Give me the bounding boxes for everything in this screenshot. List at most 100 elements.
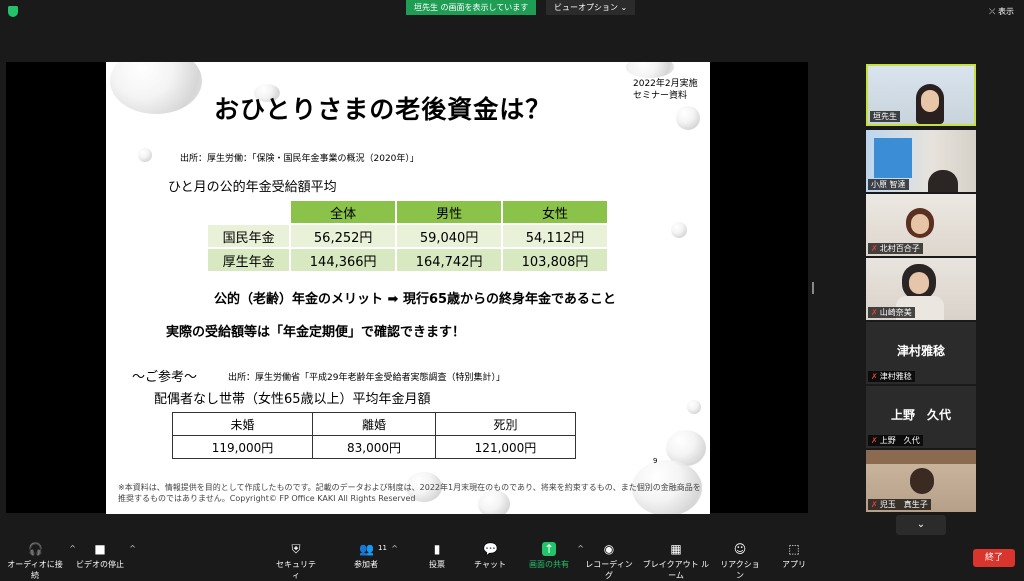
participants-count: 11: [378, 544, 387, 552]
participant-display-name: 上野 久代: [890, 408, 951, 422]
audio-button[interactable]: 🎧 オーディオに接続 ^: [6, 542, 76, 581]
record-button[interactable]: ◉ レコーディング: [584, 542, 634, 581]
table-cell: 103,808円: [501, 247, 609, 273]
table-cell: 54,112円: [501, 223, 609, 249]
table-header: [205, 199, 292, 225]
polls-button[interactable]: ▮ 投票: [422, 542, 452, 570]
chat-bubble-icon: 💬: [483, 542, 498, 556]
participant-name: ✗ 北村百合子: [868, 243, 923, 254]
exit-fullscreen-button[interactable]: ⤫ 表示: [989, 6, 1014, 17]
breakout-label: ブレイクアウト ルーム: [642, 560, 710, 580]
confirm-message: 実際の受給額等は「年金定期便」で確認できます！: [166, 325, 466, 340]
participants-button[interactable]: 👥 参加者 11 ^: [346, 542, 398, 570]
view-options-button[interactable]: ビューオプション ⌄: [546, 0, 636, 15]
table-cell: 国民年金: [205, 223, 292, 249]
participant-tile[interactable]: ✗ 北村百合子: [866, 194, 976, 256]
record-label: レコーディング: [585, 560, 633, 580]
participant-name: ✗ 山崎奈美: [868, 307, 915, 318]
mic-muted-icon: ✗: [871, 372, 878, 381]
caret-up-icon[interactable]: ^: [577, 544, 584, 553]
mic-muted-icon: ✗: [871, 308, 878, 317]
caret-up-icon[interactable]: ^: [391, 544, 398, 553]
participant-name: ✗ 津村雅稔: [868, 371, 915, 382]
table-row: 119,000円 83,000円 121,000円: [171, 435, 577, 459]
reference-heading: ～ご参考～: [132, 370, 198, 385]
table-header: 死別: [434, 412, 577, 436]
share-arrow-icon: ↑: [542, 542, 556, 556]
caret-up-icon[interactable]: ^: [129, 544, 136, 553]
mic-muted-icon: ✗: [871, 244, 878, 253]
participant-display-name: 津村雅稔: [896, 344, 945, 358]
participant-tile[interactable]: ✗ 山崎奈美: [866, 258, 976, 320]
audio-label: オーディオに接続: [7, 560, 63, 580]
table-cell: 164,742円: [395, 247, 504, 273]
chat-label: チャット: [474, 560, 506, 569]
table-header: 未婚: [171, 412, 314, 436]
security-button[interactable]: ⛨ セキュリティ: [276, 542, 316, 581]
shield-icon: ⛨: [291, 542, 301, 556]
table-cell: 119,000円: [171, 435, 314, 459]
meeting-toolbar: 🎧 オーディオに接続 ^ ■ ビデオの停止 ^ ⛨ セキュリティ 👥 参加者 1…: [0, 538, 1024, 580]
pension-merit-message: 公的（老齢）年金のメリット ➡ 現行65歳からの終身年金であること: [214, 292, 616, 307]
participant-tile[interactable]: ✗ 児玉 真生子: [866, 450, 976, 512]
table-cell: 56,252円: [289, 223, 398, 249]
participants-label: 参加者: [354, 560, 378, 569]
source-note-1: 出所：厚生労働：「保険・国民年金事業の概況（2020年）」: [180, 154, 419, 164]
participant-name: 小原 智達: [868, 179, 909, 190]
seminar-date: 2022年2月実施: [633, 79, 698, 89]
share-label: 画面の共有: [529, 560, 569, 569]
panel-splitter-handle[interactable]: [812, 282, 814, 294]
chevron-down-icon: ⌄: [916, 519, 926, 530]
source-note-2: 出所：厚生労働省「平成29年老齢年金受給者実態調査（特別集計）」: [228, 373, 505, 383]
pension-table: 全体 男性 女性 国民年金 56,252円 59,040円 54,112円 厚生…: [205, 199, 609, 273]
grid-icon: ▦: [670, 542, 682, 556]
participant-name: ✗ 上野 久代: [868, 435, 923, 446]
participant-tile[interactable]: 津村雅稔 ✗ 津村雅稔: [866, 322, 976, 384]
mic-muted-icon: ✗: [871, 500, 878, 509]
video-button[interactable]: ■ ビデオの停止 ^: [76, 542, 136, 570]
table-cell: 121,000円: [434, 435, 577, 459]
shield-icon[interactable]: [8, 6, 18, 17]
people-icon: 👥: [359, 542, 374, 556]
record-icon: ◉: [603, 542, 615, 556]
seminar-doc: セミナー資料: [633, 91, 688, 101]
video-label: ビデオの停止: [76, 560, 124, 569]
video-camera-icon: ■: [94, 542, 106, 556]
water-drop-decoration: [687, 400, 701, 414]
mic-muted-icon: ✗: [871, 436, 878, 445]
end-meeting-button[interactable]: 終了: [973, 549, 1015, 567]
gallery-scroll-down-button[interactable]: ⌄: [896, 515, 946, 535]
water-drop-decoration: [626, 62, 674, 78]
water-drop-decoration: [110, 62, 202, 114]
apps-label: アプリ: [782, 560, 806, 569]
reactions-label: リアクション: [720, 560, 760, 580]
apps-button[interactable]: ⬚ アプリ: [780, 542, 808, 570]
participant-tile[interactable]: 小原 智達: [866, 130, 976, 192]
table-header: 男性: [395, 199, 504, 225]
smiley-icon: ☺: [733, 542, 747, 556]
subtitle-2: 配偶者なし世帯（女性65歳以上）平均年金月額: [154, 392, 431, 407]
breakout-rooms-button[interactable]: ▦ ブレイクアウト ルーム: [640, 542, 712, 581]
slide: 2022年2月実施 セミナー資料 おひとりさまの老後資金は？ 出所：厚生労働：「…: [106, 62, 710, 514]
table-cell: 144,366円: [289, 247, 398, 273]
table-cell: 59,040円: [395, 223, 504, 249]
participant-tile[interactable]: 上野 久代 ✗ 上野 久代: [866, 386, 976, 448]
reactions-button[interactable]: ☺ リアクション: [720, 542, 760, 581]
apps-icon: ⬚: [788, 542, 800, 556]
chat-button[interactable]: 💬 チャット: [472, 542, 508, 570]
subtitle-1: ひと月の公的年金受給額平均: [168, 180, 337, 195]
table-header: 女性: [501, 199, 609, 225]
slide-title: おひとりさまの老後資金は？: [214, 95, 552, 124]
table-row: 国民年金 56,252円 59,040円 54,112円: [205, 223, 609, 249]
table-header: 離婚: [312, 412, 436, 436]
caret-up-icon[interactable]: ^: [69, 544, 76, 553]
page-number: 9: [653, 457, 658, 465]
participant-tile[interactable]: 垣先生: [866, 64, 976, 126]
participant-name: 垣先生: [870, 111, 900, 122]
screen-share-banner: 垣先生 の画面を表示しています: [406, 0, 537, 15]
footer-disclaimer: ※本資料は、情報提供を目的として作成したものです。記載のデータおよび制度は、20…: [118, 483, 701, 503]
reference-table: 未婚 離婚 死別 119,000円 83,000円 121,000円: [171, 412, 577, 459]
security-label: セキュリティ: [276, 560, 316, 580]
water-drop-decoration: [676, 106, 700, 130]
share-screen-button[interactable]: ↑ 画面の共有 ^: [526, 542, 584, 570]
